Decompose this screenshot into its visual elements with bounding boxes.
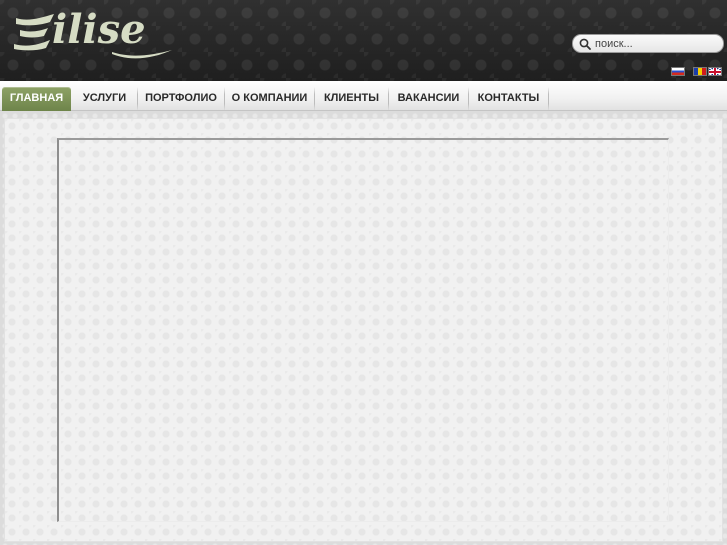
content-frame — [57, 138, 669, 522]
nav-item-contacts[interactable]: КОНТАКТЫ — [469, 87, 548, 111]
search-box — [572, 34, 724, 53]
search-input[interactable] — [595, 36, 719, 51]
nav-item-home[interactable]: ГЛАВНАЯ — [2, 87, 71, 111]
logo-swoosh-icon — [112, 50, 172, 59]
flag-romania-icon[interactable] — [693, 67, 707, 76]
nav-item-portfolio[interactable]: ПОРТФОЛИО — [138, 87, 224, 111]
site-logo[interactable]: ilise — [14, 6, 172, 59]
main-nav: ГЛАВНАЯ УСЛУГИ ПОРТФОЛИО О КОМПАНИИ КЛИЕ… — [0, 81, 727, 111]
nav-item-services[interactable]: УСЛУГИ — [72, 87, 137, 111]
search-icon[interactable] — [579, 38, 591, 50]
flag-russia-icon[interactable] — [671, 67, 685, 76]
flag-uk-icon[interactable] — [708, 67, 722, 76]
site-header: ilise — [0, 0, 727, 81]
page: ilise ГЛАВНАЯ УСЛУГИ ПОРТФОЛИО О КОМПАНИ… — [0, 0, 727, 545]
nav-item-about[interactable]: О КОМПАНИИ — [225, 87, 314, 111]
nav-item-clients[interactable]: КЛИЕНТЫ — [315, 87, 388, 111]
nav-separator — [548, 87, 549, 111]
nav-item-vacancies[interactable]: ВАКАНСИИ — [389, 87, 468, 111]
